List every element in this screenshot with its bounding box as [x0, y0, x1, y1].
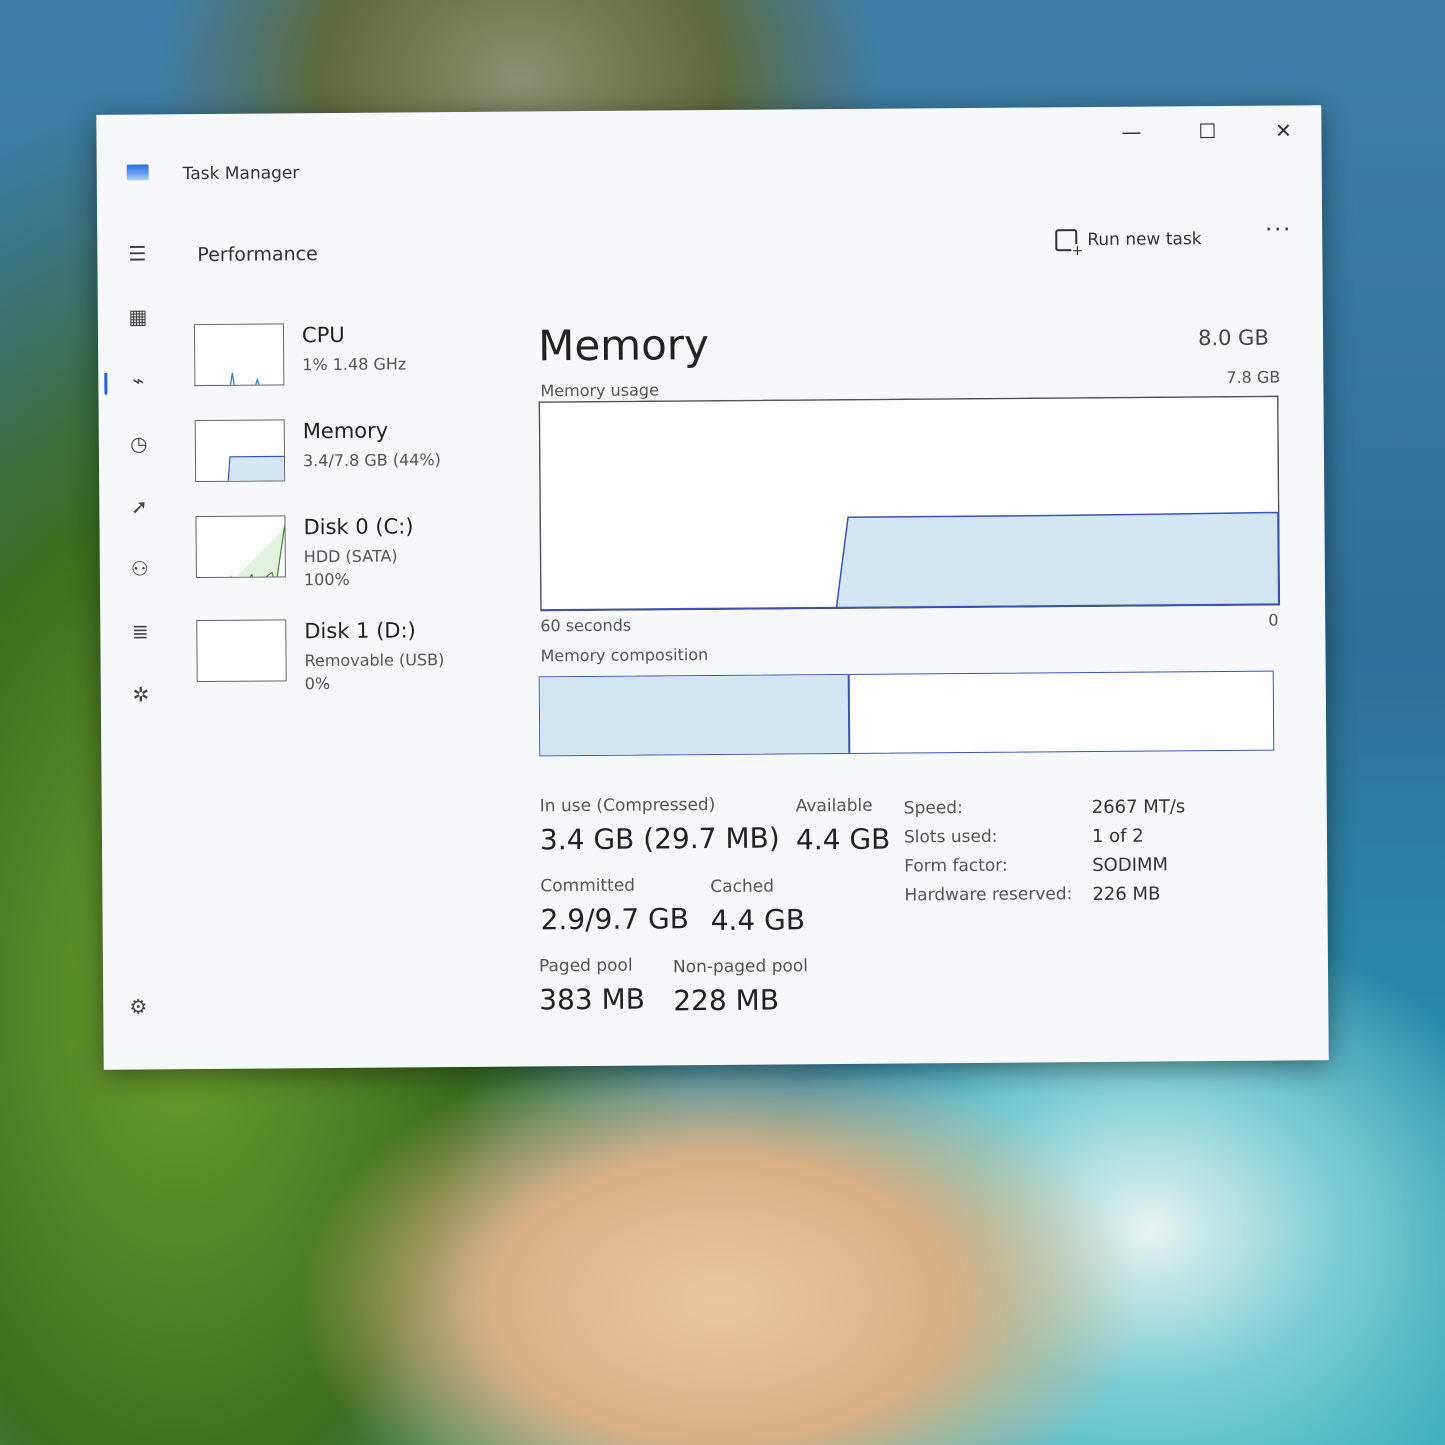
run-task-icon — [1055, 229, 1078, 252]
time-axis-start: 60 seconds — [540, 615, 632, 636]
details-icon[interactable]: ≣ — [126, 617, 154, 645]
slots-used-label: Slots used: — [903, 826, 998, 848]
disk1-thumbnail-graph — [196, 619, 287, 683]
cached-label: Cached — [710, 876, 775, 898]
available-value: 4.4 GB — [795, 822, 891, 857]
performance-icon[interactable]: ⌁ — [124, 366, 152, 394]
time-axis-end: 0 — [1268, 610, 1279, 630]
title-bar[interactable]: Task Manager — ☐ ✕ — [96, 105, 1322, 185]
memory-usage-chart — [538, 395, 1281, 612]
committed-value: 2.9/9.7 GB — [540, 902, 690, 937]
nav-active-indicator — [104, 372, 108, 395]
device-detail: 3.4/7.8 GB (44%) — [302, 450, 441, 471]
maximize-button[interactable]: ☐ — [1182, 116, 1232, 146]
device-name: Memory — [302, 418, 389, 444]
device-detail-line1: Removable (USB) — [304, 650, 445, 671]
speed-value: 2667 MT/s — [1091, 796, 1186, 819]
memory-usage-max: 7.8 GB — [1226, 367, 1281, 387]
device-detail: Removable (USB) 0% — [304, 648, 444, 695]
memory-usage-label: Memory usage — [540, 380, 659, 401]
startup-icon[interactable]: ➚ — [125, 492, 153, 520]
more-options-button[interactable]: ··· — [1265, 217, 1292, 242]
device-detail-line2: 100% — [303, 569, 350, 590]
device-detail: 1% 1.48 GHz — [302, 354, 407, 375]
users-icon[interactable]: ⚇ — [126, 554, 154, 582]
in-use-value: 3.4 GB (29.7 MB) — [539, 821, 780, 857]
device-name: CPU — [301, 322, 345, 348]
form-factor-value: SODIMM — [1092, 854, 1169, 877]
slots-used-value: 1 of 2 — [1091, 825, 1144, 848]
app-history-icon[interactable]: ◷ — [125, 429, 153, 457]
task-manager-app-icon — [126, 164, 149, 181]
form-factor-label: Form factor: — [904, 855, 1008, 877]
paged-pool-value: 383 MB — [539, 982, 646, 1017]
device-memory[interactable]: Memory 3.4/7.8 GB (44%) — [194, 418, 516, 491]
device-name: Disk 0 (C:) — [303, 514, 414, 540]
device-disk0[interactable]: Disk 0 (C:) HDD (SATA) 100% — [195, 514, 516, 589]
hamburger-icon[interactable]: ☰ — [123, 239, 151, 267]
run-new-task-button[interactable]: Run new task — [1055, 224, 1202, 255]
hardware-reserved-value: 226 MB — [1092, 883, 1161, 906]
memory-total: 8.0 GB — [1197, 325, 1269, 351]
hardware-reserved-label: Hardware reserved: — [904, 884, 1073, 906]
non-paged-pool-value: 228 MB — [673, 983, 780, 1018]
non-paged-pool-label: Non-paged pool — [672, 956, 809, 978]
device-cpu[interactable]: CPU 1% 1.48 GHz — [193, 322, 515, 395]
page-title: Performance — [197, 243, 318, 267]
paged-pool-label: Paged pool — [538, 955, 633, 977]
services-icon[interactable]: ✲ — [127, 680, 155, 708]
in-use-label: In use (Compressed) — [539, 794, 716, 817]
available-label: Available — [795, 795, 873, 817]
speed-label: Speed: — [903, 798, 963, 819]
cpu-thumbnail-graph — [193, 323, 285, 387]
device-name: Disk 1 (D:) — [304, 618, 416, 644]
memory-composition-bar — [538, 670, 1275, 757]
window-title: Task Manager — [182, 163, 300, 185]
run-new-task-label: Run new task — [1087, 229, 1202, 251]
memory-mini-chart — [227, 455, 286, 483]
cached-value: 4.4 GB — [710, 903, 806, 938]
task-manager-window: Task Manager — ☐ ✕ ☰ ▦ ⌁ ◷ ➚ ⚇ ≣ ✲ ⚙ Per… — [96, 105, 1329, 1070]
memory-heading: Memory — [537, 320, 710, 371]
composition-in-use — [539, 674, 851, 756]
committed-label: Committed — [540, 875, 636, 897]
close-button[interactable]: ✕ — [1258, 115, 1308, 145]
device-detail-line2: 0% — [304, 674, 331, 694]
cpu-mini-chart — [195, 372, 285, 387]
disk0-mini-chart — [226, 525, 286, 579]
processes-icon[interactable]: ▦ — [124, 302, 152, 330]
device-detail-line1: HDD (SATA) — [303, 546, 398, 567]
device-disk1[interactable]: Disk 1 (D:) Removable (USB) 0% — [196, 618, 517, 693]
disk0-thumbnail-graph — [195, 515, 286, 579]
minimize-button[interactable]: — — [1106, 116, 1156, 146]
settings-gear-icon[interactable]: ⚙ — [129, 994, 147, 1018]
device-detail: HDD (SATA) 100% — [304, 544, 398, 591]
memory-composition-label: Memory composition — [540, 645, 709, 666]
memory-thumbnail-graph — [194, 419, 286, 483]
